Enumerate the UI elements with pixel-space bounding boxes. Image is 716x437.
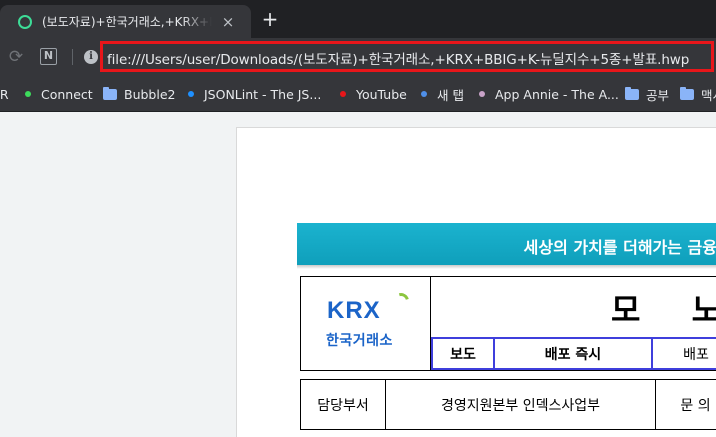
release-row: 보도 배포 즉시 배포: [431, 335, 716, 370]
dot-icon: [479, 91, 485, 97]
dept-value-cell: 경영지원본부 인덱스사업부: [385, 380, 655, 429]
document-viewer[interactable]: 세상의 가치를 더해가는 금융 KRX 한국거래소 모 노 보도 배포 즉시 배…: [0, 112, 716, 437]
bookmarks-bar: ER Connect Bubble2 JSONLint - The JS... …: [0, 76, 716, 112]
circle-favicon-icon: [18, 14, 32, 29]
bookmark-label: 새 탭: [437, 87, 464, 103]
krx-logo-subtitle: 한국거래소: [326, 333, 393, 349]
dot-icon: [421, 91, 427, 97]
bookmark-label: JSONLint - The JS...: [204, 86, 322, 102]
info-icon[interactable]: i: [84, 50, 98, 64]
banner-text: 세상의 가치를 더해가는 금융: [523, 238, 716, 257]
tab-title: (보도자료)+한국거래소,+KRX+BBIG+K-뉴딜지수+5종+발표.hwp: [42, 15, 212, 29]
folder-icon: [103, 86, 117, 100]
bookmark-connect[interactable]: Connect: [25, 86, 93, 102]
bookmark-label: App Annie - The A...: [495, 86, 619, 102]
extension-icon[interactable]: N: [40, 48, 57, 65]
logo-cell: KRX 한국거래소: [301, 277, 431, 370]
bookmark-er[interactable]: ER: [0, 86, 9, 102]
dot-icon: [25, 91, 31, 97]
press-header-table: KRX 한국거래소 모 노 보도 배포 즉시 배포: [300, 276, 716, 371]
new-tab-button[interactable]: +: [259, 8, 281, 30]
krx-logo: KRX: [327, 297, 381, 324]
browser-tab[interactable]: (보도자료)+한국거래소,+KRX+BBIG+K-뉴딜지수+5종+발표.hwp …: [0, 5, 251, 38]
bookmark-label: 공부: [646, 87, 670, 103]
bookmark-label: YouTube: [356, 86, 407, 102]
banner-shadow: [297, 265, 716, 269]
bookmark-label: 맥시: [701, 87, 716, 103]
release-label-cell: 배포: [651, 337, 716, 370]
document-title: 모 노: [611, 291, 716, 329]
bookmark-app-annie[interactable]: App Annie - The A...: [479, 86, 619, 102]
document-page: 세상의 가치를 더해가는 금융 KRX 한국거래소 모 노 보도 배포 즉시 배…: [236, 127, 716, 437]
bookmark-label: Connect: [41, 86, 93, 102]
folder-icon: [680, 86, 694, 100]
toolbar-divider: [72, 49, 73, 65]
close-icon[interactable]: ×: [220, 14, 236, 30]
bookmark-jsonlint[interactable]: JSONLint - The JS...: [188, 86, 321, 102]
bookmark-new-tab[interactable]: 새 탭: [421, 86, 464, 103]
dot-icon: [188, 91, 194, 97]
release-type-cell: 보도: [431, 337, 495, 370]
contact-label-cell: 문 의: [655, 380, 716, 429]
slogan-banner: 세상의 가치를 더해가는 금융: [297, 223, 716, 265]
bookmark-study-folder[interactable]: 공부: [625, 86, 670, 103]
folder-icon: [625, 86, 639, 100]
krx-swoosh-icon: [390, 290, 412, 312]
department-table: 담당부서 경영지원본부 인덱스사업부 문 의: [300, 379, 716, 430]
tab-strip: (보도자료)+한국거래소,+KRX+BBIG+K-뉴딜지수+5종+발표.hwp …: [0, 0, 716, 38]
dot-icon: [340, 91, 346, 97]
bookmark-youtube[interactable]: YouTube: [340, 86, 407, 102]
url-text[interactable]: file:///Users/user/Downloads/(보도자료)+한국거래…: [107, 48, 689, 68]
release-timing-cell: 배포 즉시: [493, 337, 653, 370]
reload-icon[interactable]: ⟳: [6, 47, 26, 67]
bookmark-bubble2[interactable]: Bubble2: [103, 86, 175, 102]
address-bar[interactable]: file:///Users/user/Downloads/(보도자료)+한국거래…: [100, 41, 714, 72]
bookmark-label: ER: [0, 86, 9, 102]
bookmark-mac-folder[interactable]: 맥시: [680, 86, 716, 103]
bookmark-label: Bubble2: [124, 86, 176, 102]
dept-label-cell: 담당부서: [317, 397, 369, 414]
